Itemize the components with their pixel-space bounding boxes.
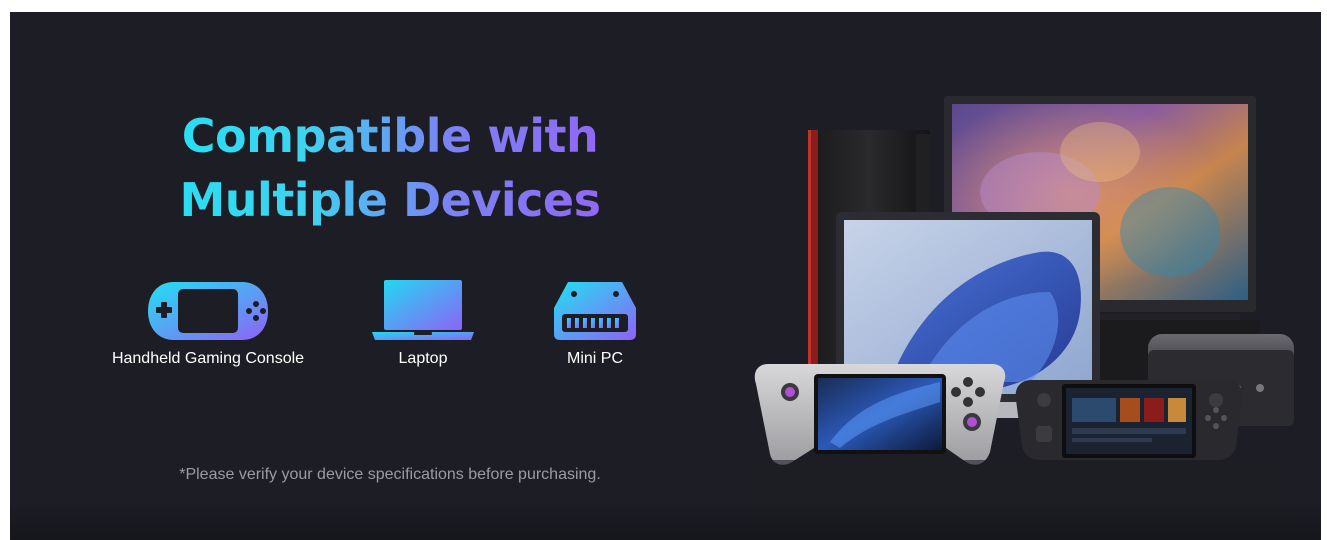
disclaimer-note: *Please verify your device specification… (179, 466, 601, 483)
device-label-console: Handheld Gaming Console (111, 350, 305, 367)
headline-line-1: Compatible with (110, 104, 670, 168)
devices-product-photo (750, 96, 1294, 520)
gamepad-icon (148, 282, 268, 340)
device-handheld-console: Handheld Gaming Console (102, 280, 314, 368)
grey-handheld-image (754, 364, 1006, 465)
device-laptop: Laptop (348, 280, 498, 368)
device-mini-pc: Mini PC (520, 280, 670, 368)
device-label-mini-pc: Mini PC (566, 350, 623, 367)
device-label-laptop: Laptop (398, 350, 448, 367)
black-handheld-image (1015, 380, 1243, 460)
headline-line-2: Multiple Devices (110, 168, 670, 232)
laptop-icon (372, 280, 474, 340)
banner-headline: Compatible with Multiple Devices (110, 104, 670, 232)
compatibility-banner: Compatible with Multiple Devices Handhel… (10, 12, 1321, 540)
mini-pc-icon (554, 282, 636, 340)
